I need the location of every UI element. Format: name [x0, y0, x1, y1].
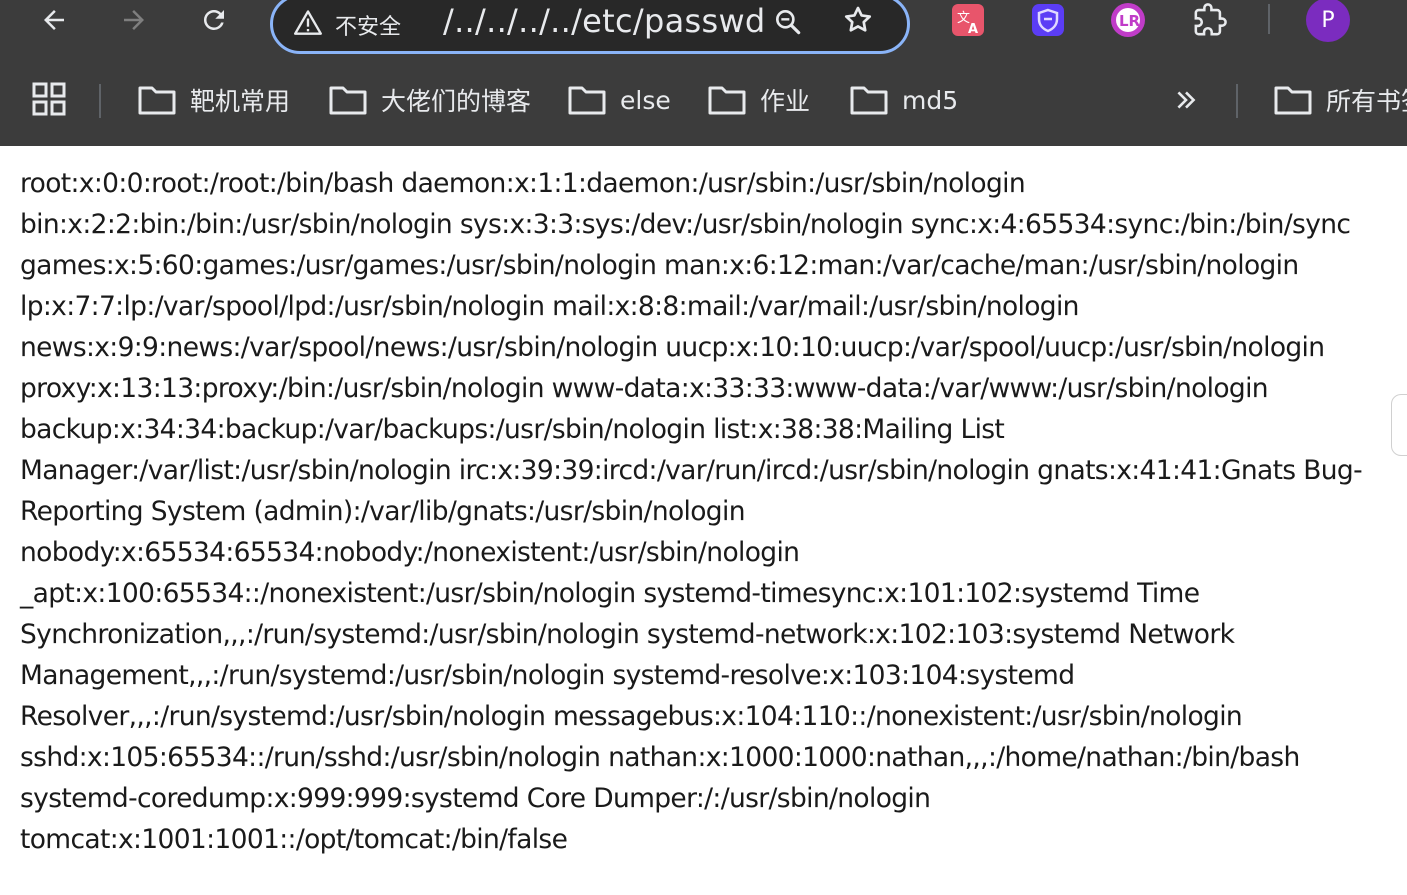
toolbar-divider — [1268, 4, 1270, 34]
browser-toolbar: 不安全 /../../../../etc/passwd 文A LR P — [0, 0, 1407, 62]
bookmarks-divider — [1236, 84, 1238, 118]
bookmark-folder-0[interactable]: 靶机常用 — [138, 78, 290, 122]
shield-extension-icon[interactable] — [1028, 0, 1068, 40]
bookmark-label: 靶机常用 — [190, 87, 291, 116]
passwd-file-text: root:x:0:0:root:/root:/bin/bash daemon:x… — [20, 163, 1407, 860]
passwd-line: proxy:x:13:13:proxy:/bin:/usr/sbin/nolog… — [20, 373, 1269, 404]
warning-icon[interactable] — [293, 7, 323, 37]
puzzle-icon[interactable] — [1190, 0, 1230, 40]
passwd-line: systemd-coredump:x:999:999:systemd Core … — [20, 783, 931, 814]
passwd-line: sshd:x:105:65534::/run/sshd:/usr/sbin/no… — [20, 742, 1300, 773]
security-status-label[interactable]: 不安全 — [335, 9, 401, 41]
passwd-line: bin:x:2:2:bin:/bin:/usr/sbin/nologin sys… — [20, 209, 1351, 240]
passwd-line: nobody:x:65534:65534:nobody:/nonexistent… — [20, 537, 800, 568]
zoom-icon — [776, 9, 801, 35]
passwd-line: backup:x:34:34:backup:/var/backups:/usr/… — [20, 414, 1005, 445]
bookmark-star-button[interactable] — [839, 1, 877, 39]
passwd-line: Synchronization,,,:/run/systemd:/usr/sbi… — [20, 619, 1235, 650]
folder-icon — [568, 86, 606, 115]
arrow-left-icon — [44, 10, 64, 30]
bookmark-label: 作业 — [760, 87, 811, 116]
passwd-line: Reporting System (admin):/var/lib/gnats:… — [20, 496, 745, 527]
address-bar[interactable]: 不安全 /../../../../etc/passwd — [270, 0, 910, 54]
star-icon — [844, 6, 872, 32]
apps-grid-icon[interactable] — [30, 80, 70, 120]
bookmark-folder-4[interactable]: md5 — [850, 78, 958, 122]
chevron-double-right-icon — [1177, 91, 1196, 109]
arrow-right-icon — [124, 10, 144, 30]
lr-extension-icon[interactable]: LR — [1108, 0, 1148, 40]
passwd-line: Resolver,,,:/run/systemd:/usr/sbin/nolog… — [20, 701, 1243, 732]
folder-icon — [708, 86, 746, 115]
url-text[interactable]: /../../../../etc/passwd — [443, 2, 766, 40]
passwd-line: Manager:/var/list:/usr/sbin/nologin irc:… — [20, 455, 1363, 486]
profile-avatar[interactable]: P — [1306, 0, 1350, 42]
bookmark-folder-2[interactable]: else — [568, 78, 671, 122]
bookmarks-overflow-button[interactable] — [1168, 80, 1204, 120]
side-panel-handle[interactable] — [1391, 394, 1407, 456]
forward-button[interactable] — [112, 0, 156, 40]
page-content: root:x:0:0:root:/root:/bin/bash daemon:x… — [0, 146, 1407, 895]
bookmark-label: else — [620, 85, 671, 115]
svg-text:LR: LR — [1119, 12, 1141, 30]
back-button[interactable] — [32, 0, 76, 40]
passwd-line: games:x:5:60:games:/usr/games:/usr/sbin/… — [20, 250, 1299, 281]
bookmark-label: md5 — [902, 85, 959, 115]
passwd-line: Management,,,:/run/systemd:/usr/sbin/nol… — [20, 660, 1075, 691]
bookmark-folder-3[interactable]: 作业 — [708, 78, 810, 122]
passwd-line: root:x:0:0:root:/root:/bin/bash daemon:x… — [20, 168, 1026, 199]
folder-icon — [1274, 86, 1312, 115]
all-bookmarks-folder[interactable]: 所有书签 — [1274, 78, 1407, 122]
folder-icon — [329, 86, 367, 115]
passwd-line: _apt:x:100:65534::/nonexistent:/usr/sbin… — [20, 578, 1200, 609]
bookmark-label: 大佬们的博客 — [381, 87, 532, 116]
reload-button[interactable] — [192, 0, 236, 40]
passwd-line: news:x:9:9:news:/var/spool/news:/usr/sbi… — [20, 332, 1325, 363]
reload-icon — [203, 9, 224, 30]
passwd-line: tomcat:x:1001:1001::/opt/tomcat:/bin/fal… — [20, 824, 568, 855]
bookmarks-bar: 靶机常用 大佬们的博客 else 作业 md5 所有书签 — [0, 62, 1407, 146]
bookmark-folder-1[interactable]: 大佬们的博客 — [329, 78, 531, 122]
bookmarks-divider — [99, 84, 101, 118]
translate-extension-icon[interactable]: 文A — [948, 0, 988, 40]
all-bookmarks-label: 所有书签 — [1326, 87, 1407, 116]
svg-text:A: A — [968, 22, 978, 37]
zoom-button[interactable] — [769, 3, 807, 41]
folder-icon — [138, 86, 176, 115]
passwd-line: lp:x:7:7:lp:/var/spool/lpd:/usr/sbin/nol… — [20, 291, 1079, 322]
folder-icon — [850, 86, 888, 115]
